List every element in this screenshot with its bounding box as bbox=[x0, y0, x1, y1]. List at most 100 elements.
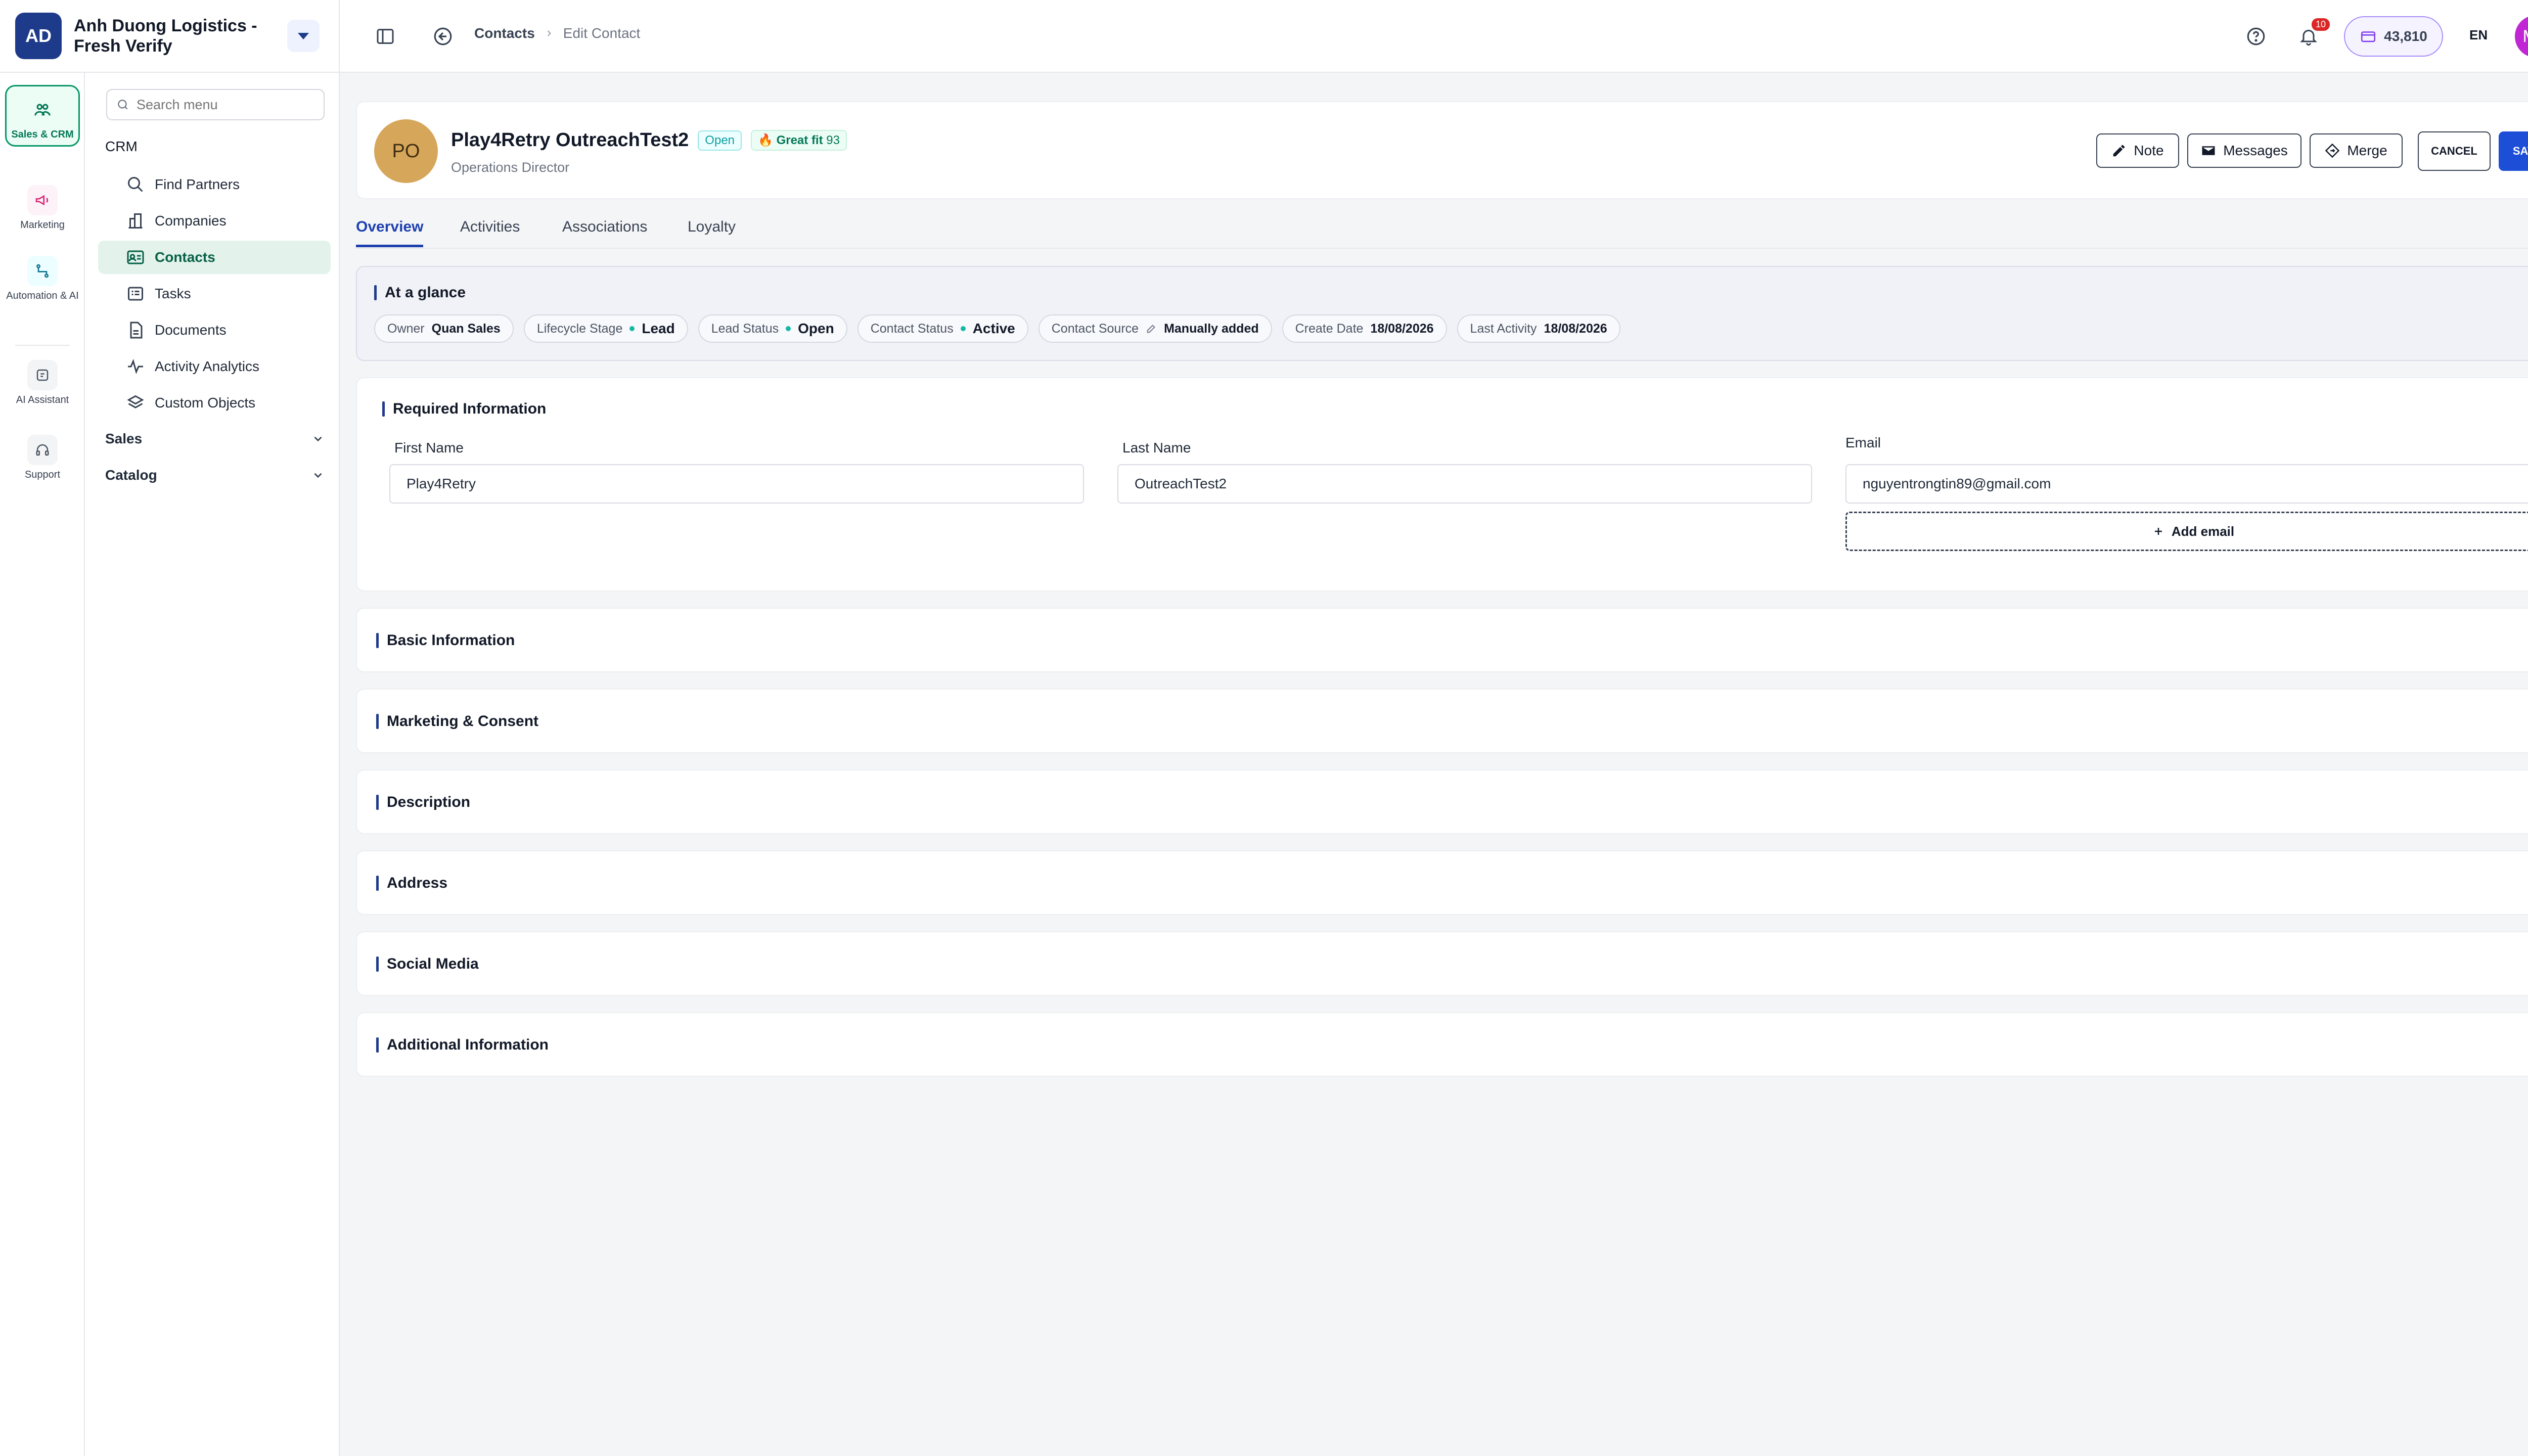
cancel-button[interactable]: CANCEL bbox=[2418, 131, 2491, 171]
pill-label: Owner bbox=[387, 321, 425, 336]
contact-role: Operations Director bbox=[451, 160, 570, 175]
menu-search[interactable] bbox=[106, 89, 325, 120]
status-badge: Open bbox=[698, 130, 742, 151]
pill-value: Open bbox=[798, 321, 834, 336]
tasks-icon bbox=[128, 287, 143, 301]
pill-label: Contact Source bbox=[1051, 321, 1139, 336]
lead-status-pill[interactable]: Lead Status Open bbox=[698, 314, 847, 343]
rail-automation[interactable]: Automation & AI bbox=[5, 256, 80, 301]
create-date-pill: Create Date 18/08/2026 bbox=[1282, 314, 1447, 343]
lifecycle-stage-pill[interactable]: Lifecycle Stage Lead bbox=[523, 314, 688, 343]
section-basic-information[interactable]: Basic Information bbox=[356, 608, 2528, 672]
help-button[interactable] bbox=[2242, 22, 2270, 51]
status-dot bbox=[629, 326, 635, 331]
contact-card-icon bbox=[127, 250, 144, 264]
merge-button[interactable]: Merge bbox=[2310, 133, 2403, 168]
notifications-button[interactable]: 10 bbox=[2294, 18, 2330, 51]
sidebar-item-activity-analytics[interactable]: Activity Analytics bbox=[98, 350, 331, 383]
app-rail: Sales & CRM Marketing Automation & AI AI… bbox=[0, 73, 85, 1456]
rail-divider bbox=[15, 345, 70, 346]
sidebar-item-contacts[interactable]: Contacts bbox=[98, 241, 331, 274]
email-field[interactable] bbox=[1845, 464, 2528, 504]
pill-label: Create Date bbox=[1295, 321, 1364, 336]
section-title: Description bbox=[376, 794, 470, 811]
rail-label: Automation & AI bbox=[6, 290, 79, 301]
rail-label: Marketing bbox=[20, 219, 65, 231]
sidebar-item-custom-objects[interactable]: Custom Objects bbox=[98, 386, 331, 420]
rail-sales-crm[interactable]: Sales & CRM bbox=[5, 85, 80, 147]
note-button[interactable]: Note bbox=[2096, 133, 2179, 168]
save-button[interactable]: SAVE bbox=[2499, 131, 2528, 171]
pill-value: 18/08/2026 bbox=[1544, 321, 1607, 336]
required-information-card: Required Information First Name Last Nam… bbox=[356, 377, 2528, 592]
section-title: Address bbox=[376, 875, 447, 892]
contact-status-pill[interactable]: Contact Status Active bbox=[857, 314, 1028, 343]
search-icon bbox=[128, 177, 143, 192]
fit-score-badge: 🔥 Great fit 93 bbox=[751, 130, 847, 151]
language-selector[interactable]: EN bbox=[2469, 27, 2488, 43]
back-button[interactable] bbox=[429, 22, 457, 51]
search-icon bbox=[118, 100, 128, 110]
last-activity-pill: Last Activity 18/08/2026 bbox=[1457, 314, 1620, 343]
owner-pill[interactable]: Owner Quan Sales bbox=[374, 314, 514, 343]
section-address[interactable]: Address bbox=[356, 850, 2528, 915]
search-input[interactable] bbox=[137, 97, 319, 113]
first-name-field[interactable] bbox=[389, 464, 1084, 504]
messages-button[interactable]: Messages bbox=[2187, 133, 2301, 168]
tab-activities[interactable]: Activities bbox=[460, 218, 520, 245]
sidebar-item-label: Companies bbox=[155, 213, 227, 229]
at-a-glance-card: At a glance Owner Quan Sales Lifecycle S… bbox=[356, 266, 2528, 361]
add-email-label: Add email bbox=[2171, 523, 2235, 539]
rail-marketing[interactable]: Marketing bbox=[5, 185, 80, 231]
section-title: At a glance bbox=[374, 284, 466, 301]
notification-count-badge: 10 bbox=[2311, 18, 2330, 31]
rail-ai-assistant[interactable]: AI Assistant bbox=[5, 360, 80, 405]
merge-label: Merge bbox=[2347, 143, 2387, 158]
sidebar-toggle-button[interactable] bbox=[371, 22, 399, 51]
org-avatar: AD bbox=[15, 13, 62, 59]
mail-icon bbox=[2202, 146, 2215, 155]
rail-support[interactable]: Support bbox=[5, 435, 80, 480]
sidebar-item-find-partners[interactable]: Find Partners bbox=[98, 168, 331, 201]
tab-loyalty[interactable]: Loyalty bbox=[688, 218, 736, 245]
sidebar-item-companies[interactable]: Companies bbox=[98, 204, 331, 238]
sidebar-item-tasks[interactable]: Tasks bbox=[98, 277, 331, 310]
user-avatar[interactable]: MR bbox=[2515, 15, 2528, 58]
tab-overview[interactable]: Overview bbox=[356, 218, 424, 247]
sidebar-group-label: Sales bbox=[105, 431, 143, 446]
tab-associations[interactable]: Associations bbox=[562, 218, 647, 245]
org-header: AD Anh Duong Logistics - Fresh Verify bbox=[0, 0, 340, 73]
pill-value: 18/08/2026 bbox=[1370, 321, 1434, 336]
breadcrumb-current: Edit Contact bbox=[563, 25, 641, 41]
breadcrumb: Contacts Edit Contact bbox=[474, 25, 640, 41]
credits-balance-button[interactable]: 43,810 bbox=[2344, 16, 2443, 57]
section-social-media[interactable]: Social Media bbox=[356, 931, 2528, 996]
status-dot bbox=[786, 326, 791, 331]
help-icon bbox=[2247, 27, 2265, 46]
sidebar-group-sales[interactable]: Sales bbox=[105, 431, 325, 447]
org-switcher-button[interactable] bbox=[287, 20, 320, 52]
last-name-field[interactable] bbox=[1117, 464, 1812, 504]
messages-label: Messages bbox=[2223, 143, 2288, 158]
sidebar-group-catalog[interactable]: Catalog bbox=[105, 467, 325, 483]
contact-source-pill[interactable]: Contact Source Manually added bbox=[1038, 314, 1272, 343]
wallet-icon bbox=[2361, 31, 2376, 42]
section-additional-information[interactable]: Additional Information bbox=[356, 1012, 2528, 1077]
status-dot bbox=[960, 326, 966, 331]
merge-icon bbox=[2325, 143, 2340, 158]
note-label: Note bbox=[2134, 143, 2164, 158]
pill-value: Active bbox=[972, 321, 1015, 336]
add-email-button[interactable]: Add email bbox=[1845, 512, 2528, 551]
first-name-label: First Name bbox=[394, 440, 464, 456]
top-bar: Contacts Edit Contact 10 43,810 EN MR bbox=[340, 0, 2528, 73]
sidebar-item-documents[interactable]: Documents bbox=[98, 313, 331, 347]
sidebar-item-label: Contacts bbox=[155, 249, 215, 265]
pill-value: Quan Sales bbox=[431, 321, 501, 336]
section-description[interactable]: Description bbox=[356, 769, 2528, 834]
pill-value: Manually added bbox=[1164, 321, 1259, 336]
pill-label: Lifecycle Stage bbox=[536, 321, 623, 336]
megaphone-icon bbox=[27, 185, 58, 215]
breadcrumb-contacts[interactable]: Contacts bbox=[474, 25, 535, 41]
section-marketing-consent[interactable]: Marketing & Consent bbox=[356, 689, 2528, 753]
building-icon bbox=[128, 213, 143, 229]
